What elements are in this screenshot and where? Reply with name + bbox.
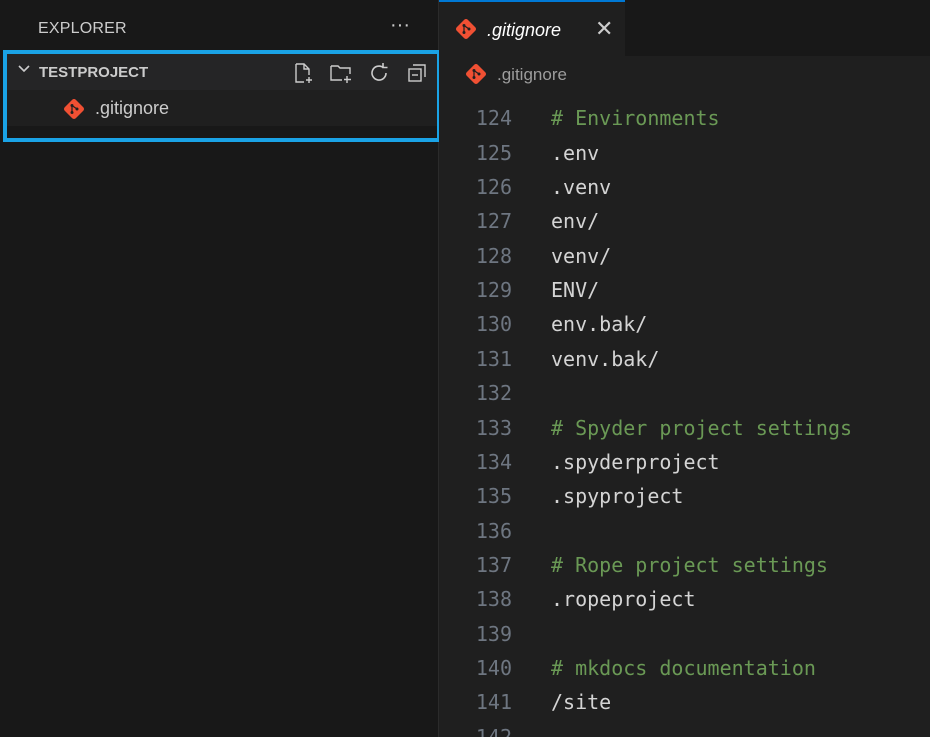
line-number: 131 — [475, 346, 512, 371]
code-line[interactable]: 142 — [439, 719, 930, 737]
line-number: 125 — [475, 140, 512, 165]
line-number: 134 — [475, 449, 512, 474]
code-line[interactable]: 137 # Rope project settings — [439, 547, 930, 581]
line-number: 133 — [475, 415, 512, 440]
code-editor[interactable]: 123 124 # Environments 125 .env 126 .venv 127 en… — [439, 92, 930, 737]
tab-bar: .gitignore ✕ — [439, 0, 930, 56]
tab-gitignore[interactable]: .gitignore ✕ — [439, 0, 625, 56]
line-number: 124 — [475, 106, 512, 131]
code-line[interactable]: 125 .env — [439, 135, 930, 169]
tab-label: .gitignore — [487, 20, 562, 40]
git-file-icon — [456, 19, 476, 39]
explorer-sidebar: EXPLORER ··· TESTPROJECT .gitignore — [0, 0, 441, 737]
code-line[interactable]: 132 — [439, 375, 930, 409]
code-line[interactable]: 136 — [439, 513, 930, 547]
code-line[interactable]: 141/site — [439, 684, 930, 718]
line-number: 129 — [475, 278, 512, 303]
line-number: 137 — [475, 552, 512, 577]
code-line[interactable]: 134 .spyderproject — [439, 444, 930, 478]
line-number: 132 — [475, 381, 512, 406]
code-line[interactable]: 127 env/ — [439, 203, 930, 237]
line-text: .spyderproject — [551, 449, 720, 474]
code-line[interactable]: 131 venv.bak/ — [439, 341, 930, 375]
line-number: 126 — [475, 175, 512, 200]
line-text: # Environments — [551, 106, 720, 131]
breadcrumb: .gitignore — [439, 56, 930, 92]
line-text: # Rope project settings — [551, 552, 828, 577]
highlight-box — [3, 50, 441, 142]
breadcrumb-item[interactable]: .gitignore — [497, 65, 567, 85]
line-number: 136 — [475, 518, 512, 543]
line-number: 127 — [475, 209, 512, 234]
code-line[interactable]: 128 venv/ — [439, 238, 930, 272]
code-line[interactable]: 138 .ropeproject — [439, 581, 930, 615]
explorer-title: EXPLORER — [38, 20, 127, 37]
line-text: .spyproject — [551, 484, 684, 509]
more-actions-button[interactable]: ··· — [390, 14, 410, 37]
line-text: ENV/ — [551, 278, 600, 303]
line-text: # Spyder project settings — [551, 415, 853, 440]
line-number: 130 — [475, 312, 512, 337]
line-number: 123 — [476, 92, 512, 96]
code-line[interactable]: 135 .spyproject — [439, 478, 930, 512]
code-line[interactable]: 130 env.bak/ — [439, 306, 930, 340]
tab-bar-empty — [625, 0, 930, 56]
code-line[interactable]: 124 # Environments — [439, 100, 930, 134]
close-icon[interactable]: ✕ — [595, 16, 613, 42]
line-text: venv.bak/ — [551, 346, 660, 371]
code-line[interactable]: 139 — [439, 616, 930, 650]
line-text: env/ — [551, 209, 600, 234]
line-number: 142 — [475, 724, 512, 737]
code-line[interactable]: 126 .venv — [439, 169, 930, 203]
line-number: 128 — [475, 243, 512, 268]
line-text: env.bak/ — [551, 312, 648, 337]
line-number: 138 — [475, 587, 512, 612]
code-line[interactable]: 133 # Spyder project settings — [439, 410, 930, 444]
line-text: .env — [551, 140, 600, 165]
line-text: .ropeproject — [551, 587, 696, 612]
line-number: 139 — [475, 621, 512, 646]
code-line[interactable]: 129 ENV/ — [439, 272, 930, 306]
line-number: 140 — [475, 655, 512, 680]
git-file-icon — [466, 64, 486, 84]
line-text: venv/ — [551, 243, 612, 268]
line-number: 135 — [475, 484, 512, 509]
line-text: .venv — [551, 175, 612, 200]
line-text: # mkdocs documentation — [551, 655, 816, 680]
line-text: /site — [551, 690, 612, 715]
code-line[interactable]: 140 # mkdocs documentation — [439, 650, 930, 684]
code-line[interactable]: 123 — [439, 92, 930, 100]
line-number: 141 — [475, 690, 512, 715]
